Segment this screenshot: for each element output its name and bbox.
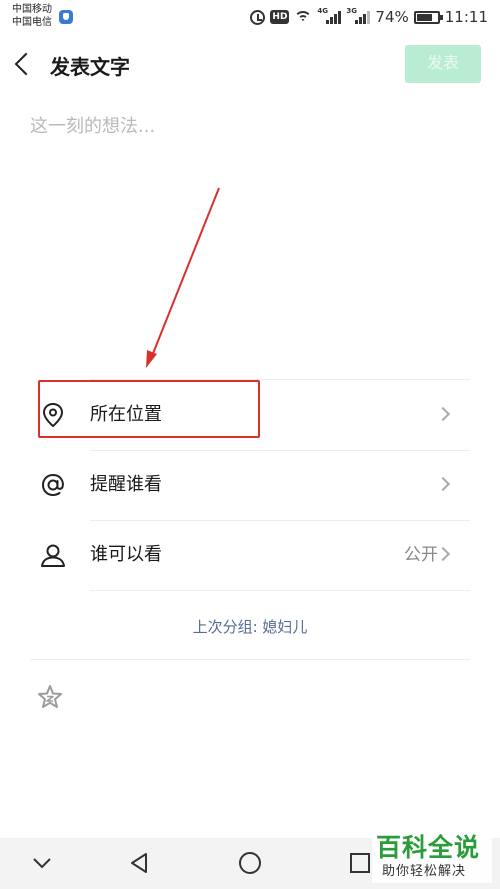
- home-circle-icon: [239, 852, 261, 874]
- nav-home-button[interactable]: [235, 848, 265, 878]
- back-triangle-icon: [131, 853, 147, 873]
- chevron-down-icon: [33, 858, 51, 869]
- annotation-arrow: [146, 187, 220, 368]
- nav-collapse-button[interactable]: [27, 848, 57, 878]
- nav-back-button[interactable]: [124, 848, 154, 878]
- watermark-subtitle: 助你轻松解决: [382, 864, 467, 879]
- watermark-title: 百科全说: [376, 833, 481, 862]
- watermark: 百科全说 助你轻松解决: [372, 828, 492, 883]
- recents-square-icon: [350, 853, 370, 873]
- location-highlight-box: [38, 380, 260, 438]
- nav-recents-button[interactable]: [345, 848, 375, 878]
